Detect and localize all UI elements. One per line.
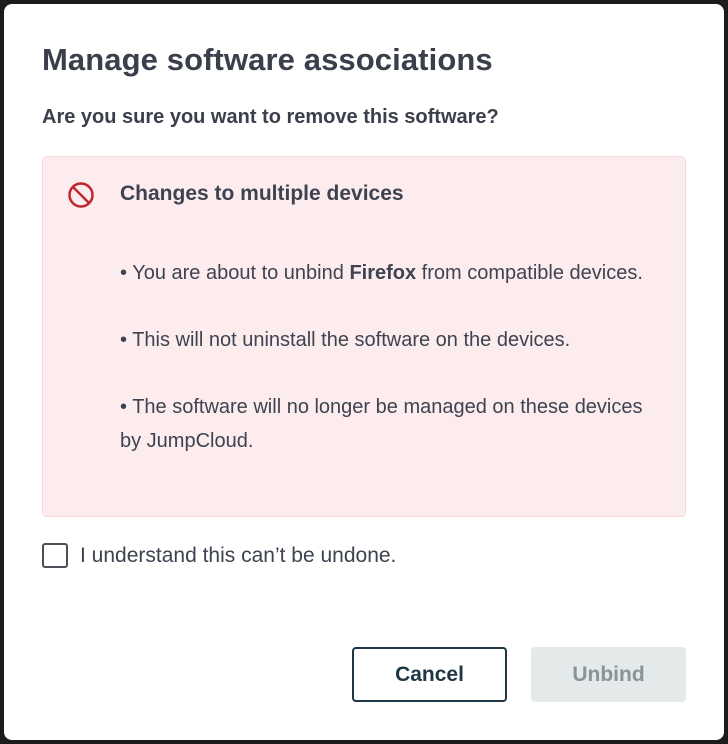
confirm-checkbox[interactable] (42, 543, 68, 568)
alert-list: • You are about to unbind Firefox from c… (120, 256, 665, 491)
software-name: Firefox (349, 262, 417, 284)
manage-software-dialog: Manage software associations Are you sur… (4, 4, 724, 740)
alert-item-text: from compatible devices. (416, 262, 643, 284)
confirm-checkbox-row[interactable]: I understand this can’t be undone. (42, 543, 396, 568)
confirm-label: I understand this can’t be undone. (80, 543, 397, 567)
dialog-subtitle: Are you sure you want to remove this sof… (42, 106, 499, 128)
cancel-button[interactable]: Cancel (352, 647, 507, 702)
dialog-title: Manage software associations (42, 42, 493, 77)
alert-item-no-uninstall: • This will not uninstall the software o… (120, 329, 571, 351)
prohibited-icon (67, 181, 95, 209)
unbind-button[interactable]: Unbind (531, 647, 686, 702)
alert-title: Changes to multiple devices (120, 182, 404, 205)
warning-alert: Changes to multiple devices • You are ab… (42, 156, 686, 517)
alert-item-text: • You are about to unbind (120, 262, 350, 284)
alert-item-unbind: • You are about to unbind Firefox from c… (120, 256, 665, 290)
alert-item-unmanaged: • The software will no longer be managed… (120, 396, 643, 452)
